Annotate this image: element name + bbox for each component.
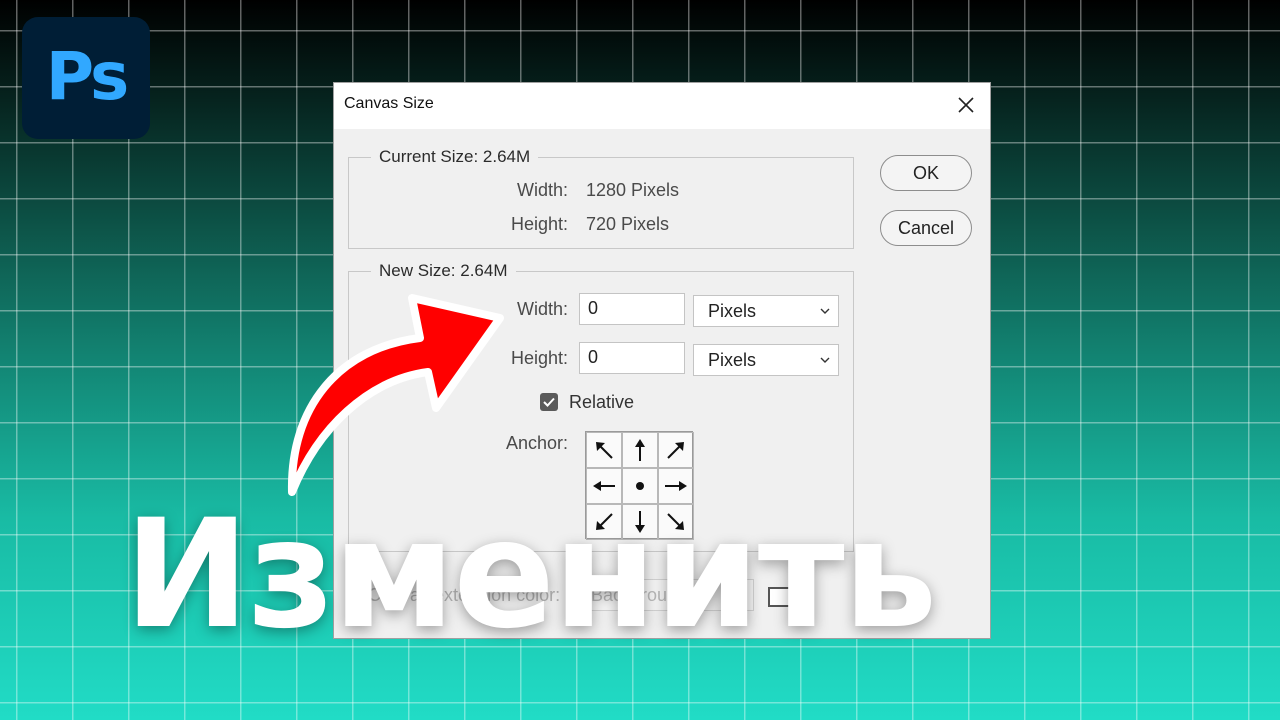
- arrow-up-right-icon: [667, 442, 684, 459]
- new-width-input[interactable]: 0: [579, 293, 685, 325]
- photoshop-logo: Ps: [22, 17, 150, 139]
- new-height-unit-value: Pixels: [708, 350, 757, 370]
- ok-button[interactable]: OK: [880, 155, 972, 191]
- current-size-legend: Current Size: 2.64M: [371, 147, 539, 167]
- new-width-unit-select[interactable]: Pixels: [693, 295, 839, 327]
- relative-checkbox[interactable]: [540, 393, 558, 411]
- anchor-top[interactable]: [622, 432, 658, 468]
- anchor-top-right[interactable]: [658, 432, 694, 468]
- current-height-value: 720 Pixels: [586, 214, 670, 234]
- current-width-label: Width:: [516, 180, 568, 200]
- dialog-title: Canvas Size: [344, 95, 434, 112]
- current-size-group: Current Size: 2.64M: [348, 147, 854, 249]
- red-curved-arrow-icon: [287, 294, 504, 496]
- chevron-down-icon: [820, 357, 830, 363]
- current-height-label: Height:: [510, 214, 568, 234]
- arrow-up-icon: [635, 439, 645, 461]
- cancel-button[interactable]: Cancel: [880, 210, 972, 246]
- arrow-up-left-icon: [596, 442, 613, 459]
- new-width-unit-value: Pixels: [708, 301, 757, 321]
- new-height-input[interactable]: 0: [579, 342, 685, 374]
- current-width-value: 1280 Pixels: [586, 180, 680, 200]
- dialog-titlebar: Canvas Size: [334, 83, 990, 129]
- chevron-down-icon: [820, 308, 830, 314]
- headline-overlay: Изменить: [124, 488, 938, 662]
- photoshop-logo-text: Ps: [45, 37, 129, 115]
- anchor-top-left[interactable]: [586, 432, 622, 468]
- close-icon[interactable]: [952, 91, 980, 119]
- new-height-unit-select[interactable]: Pixels: [693, 344, 839, 376]
- checkmark-icon: [543, 397, 555, 407]
- relative-label: Relative: [569, 392, 635, 412]
